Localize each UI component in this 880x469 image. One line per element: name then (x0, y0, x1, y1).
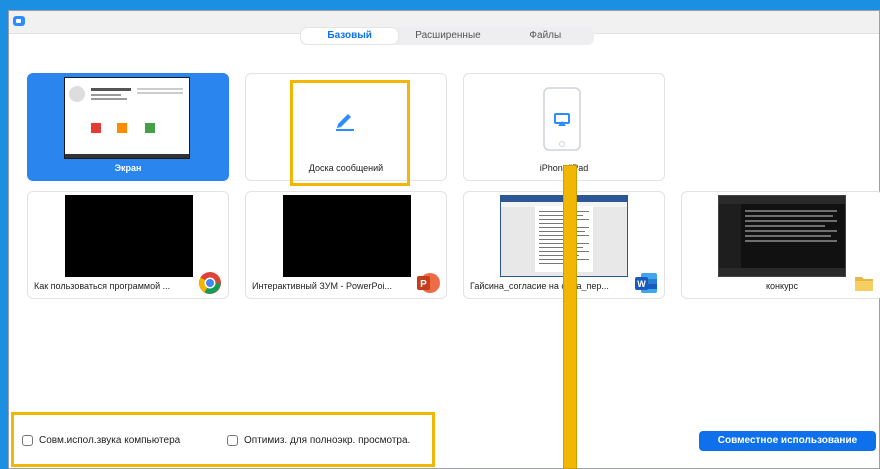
powerpoint-icon: P (417, 273, 440, 293)
chrome-icon (199, 272, 221, 294)
tab-basic[interactable]: Базовый (301, 28, 399, 44)
tile-screen[interactable]: Экран (27, 73, 229, 181)
pencil-icon (336, 114, 354, 131)
tile-explorer-window[interactable]: конкурс (681, 191, 880, 299)
tile-chrome-window[interactable]: Как пользоваться программой ... (27, 191, 229, 299)
svg-text:W: W (637, 279, 646, 289)
folder-icon (855, 277, 873, 291)
tab-advanced[interactable]: Расширенные (399, 27, 496, 45)
tile-label: конкурс (766, 281, 798, 291)
tile-label: Как пользоваться программой ... (34, 281, 171, 291)
tab-files[interactable]: Файлы (497, 27, 594, 45)
optimize-fullscreen-label: Оптимиз. для полноэкр. просмотра. (244, 434, 411, 446)
zoom-app-icon (13, 16, 25, 26)
window-thumbnail (718, 195, 846, 277)
computer-sound-checkbox[interactable] (22, 434, 33, 446)
tile-label: Экран (114, 163, 142, 173)
highlight-arrow-bar (563, 165, 577, 469)
screen-thumbnail (64, 77, 190, 159)
tile-whiteboard[interactable]: Доска сообщений (245, 73, 447, 181)
window-thumbnail (65, 195, 193, 277)
word-icon: W (635, 273, 657, 293)
tile-label: Интерактивный ЗУМ - PowerPoi... (252, 281, 392, 291)
computer-sound-label: Совм.испол.звука компьютера (39, 434, 181, 446)
window-thumbnail (283, 195, 411, 277)
tile-label: Гайсина_согласие на обра_пер... (470, 281, 609, 291)
share-button[interactable]: Совместное использование (699, 431, 876, 451)
airplay-icon (543, 87, 581, 151)
optimize-fullscreen-option[interactable]: Оптимиз. для полноэкр. просмотра. (227, 431, 410, 449)
optimize-fullscreen-checkbox[interactable] (227, 434, 238, 446)
tile-label: Доска сообщений (308, 163, 384, 173)
share-tabs: Базовый Расширенные Файлы (300, 27, 594, 45)
share-computer-sound-option[interactable]: Совм.испол.звука компьютера (22, 431, 180, 449)
svg-text:P: P (420, 279, 427, 290)
tile-powerpoint-window[interactable]: Интерактивный ЗУМ - PowerPoi... P (245, 191, 447, 299)
